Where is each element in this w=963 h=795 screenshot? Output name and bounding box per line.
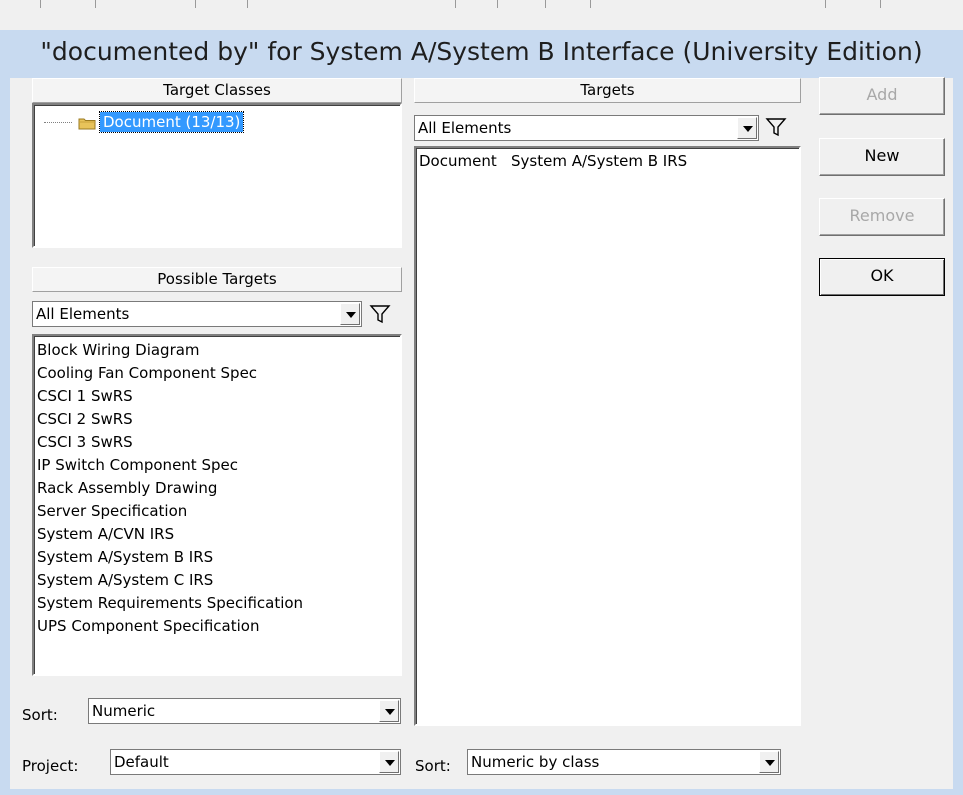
project-label: Project:: [22, 757, 79, 775]
chevron-down-icon[interactable]: [340, 303, 360, 325]
sort-select-value: Numeric by class: [471, 753, 600, 771]
list-item[interactable]: UPS Component Specification: [34, 615, 400, 638]
targets-sort-select[interactable]: Numeric by class: [467, 749, 781, 775]
targets-row-class: Document: [419, 152, 497, 170]
possible-targets-sort-select[interactable]: Numeric: [88, 698, 401, 724]
strip-divider: [247, 0, 248, 8]
chevron-down-icon[interactable]: [737, 117, 757, 139]
strip-divider: [95, 0, 96, 8]
tree-connector: [44, 121, 72, 123]
strip-divider: [590, 0, 591, 8]
add-button[interactable]: Add: [819, 77, 945, 115]
list-item[interactable]: System A/System B IRS: [34, 546, 400, 569]
strip-divider: [497, 0, 498, 8]
possible-targets-list[interactable]: Block Wiring Diagram Cooling Fan Componen…: [32, 334, 402, 676]
dialog-title[interactable]: "documented by" for System A/System B In…: [0, 30, 963, 78]
strip-divider: [825, 0, 826, 8]
ok-button[interactable]: OK: [819, 258, 945, 296]
list-item[interactable]: System A/System C IRS: [34, 569, 400, 592]
project-select[interactable]: Default: [110, 749, 401, 775]
strip-divider: [455, 0, 456, 8]
folder-icon: [78, 116, 96, 129]
list-item[interactable]: Block Wiring Diagram: [34, 339, 400, 362]
list-item[interactable]: Server Specification: [34, 500, 400, 523]
sort-select-value: Numeric: [92, 702, 156, 720]
list-item[interactable]: Cooling Fan Component Spec: [34, 362, 400, 385]
background-window-strip: [0, 0, 963, 30]
dialog-client-area: Target Classes Document (13/13) Possible…: [10, 77, 953, 789]
sort-label: Sort:: [22, 706, 58, 724]
strip-divider: [545, 0, 546, 8]
possible-targets-filter-select[interactable]: All Elements: [32, 301, 362, 327]
list-item[interactable]: Rack Assembly Drawing: [34, 477, 400, 500]
targets-filter-select[interactable]: All Elements: [414, 115, 759, 141]
strip-divider: [40, 0, 41, 8]
targets-list[interactable]: Document System A/System B IRS: [414, 146, 801, 726]
list-item[interactable]: CSCI 1 SwRS: [34, 385, 400, 408]
targets-header: Targets: [414, 78, 801, 103]
funnel-icon[interactable]: [765, 116, 787, 138]
filter-select-value: All Elements: [36, 305, 130, 323]
targets-row-name: System A/System B IRS: [511, 152, 688, 170]
tree-item-document[interactable]: Document (13/13): [44, 111, 245, 133]
remove-button[interactable]: Remove: [819, 198, 945, 236]
tree-item-label: Document (13/13): [98, 111, 245, 133]
list-item[interactable]: IP Switch Component Spec: [34, 454, 400, 477]
list-item[interactable]: CSCI 3 SwRS: [34, 431, 400, 454]
list-item[interactable]: System Requirements Specification: [34, 592, 400, 615]
targets-row[interactable]: Document System A/System B IRS: [416, 150, 799, 173]
list-item[interactable]: System A/CVN IRS: [34, 523, 400, 546]
target-classes-tree[interactable]: Document (13/13): [32, 103, 402, 248]
dialog-window: "documented by" for System A/System B In…: [0, 30, 963, 795]
funnel-icon[interactable]: [369, 303, 391, 325]
chevron-down-icon[interactable]: [759, 751, 779, 773]
filter-select-value: All Elements: [418, 119, 512, 137]
project-select-value: Default: [114, 753, 169, 771]
strip-divider: [195, 0, 196, 8]
target-classes-header: Target Classes: [32, 78, 402, 103]
targets-sort-label: Sort:: [415, 757, 451, 775]
chevron-down-icon[interactable]: [379, 751, 399, 773]
possible-targets-header: Possible Targets: [32, 267, 402, 292]
strip-divider: [880, 0, 881, 8]
list-item[interactable]: CSCI 2 SwRS: [34, 408, 400, 431]
chevron-down-icon[interactable]: [379, 700, 399, 722]
new-button[interactable]: New: [819, 138, 945, 176]
